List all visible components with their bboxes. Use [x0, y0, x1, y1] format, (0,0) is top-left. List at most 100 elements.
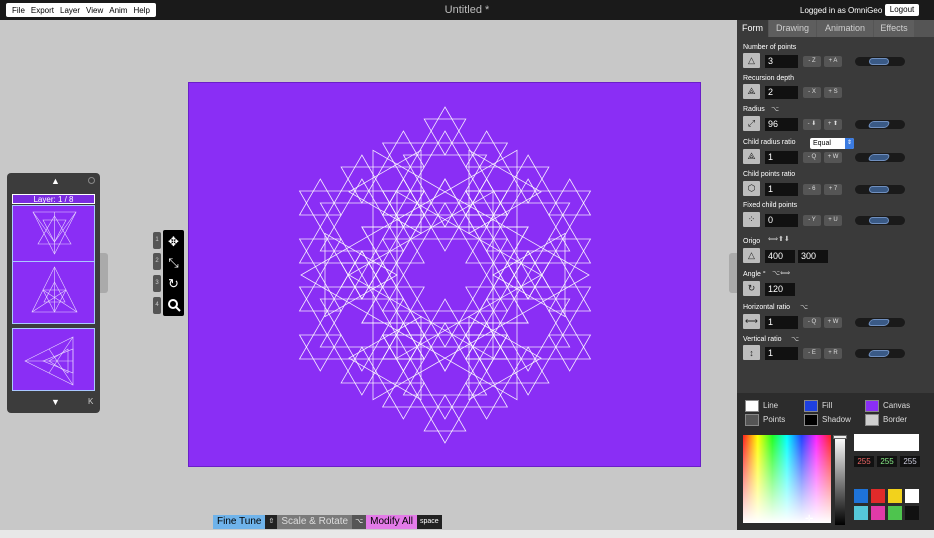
horizontal-increment-button[interactable]: + W	[824, 317, 842, 328]
horizontal-arrow-icon: ⟷	[743, 314, 760, 329]
fixed-points-decrement-button[interactable]: - Y	[803, 215, 821, 226]
palette-swatch-8[interactable]	[905, 506, 919, 520]
fine-tune-key: ⇧	[265, 515, 278, 529]
origo-y-field[interactable]: 300	[798, 250, 828, 263]
child-points-increment-button[interactable]: + 7	[824, 184, 842, 195]
palette-swatch-1[interactable]	[854, 489, 868, 503]
horizontal-ratio-field[interactable]: 1	[765, 316, 798, 329]
zoom-tool-icon[interactable]	[163, 294, 184, 315]
layer-down-icon[interactable]: ▼	[51, 397, 60, 407]
layer-thumbnail-2[interactable]	[12, 261, 95, 324]
border-color-swatch[interactable]	[865, 414, 879, 426]
recursion-increment-button[interactable]: + S	[824, 87, 842, 98]
radius-decrement-button[interactable]: - ⬇	[803, 119, 821, 130]
origo-icon: △	[743, 248, 760, 263]
number-of-points-field[interactable]: 3	[765, 55, 798, 68]
child-points-ratio-field[interactable]: 1	[765, 183, 798, 196]
tool-key-rotate: 3	[153, 275, 161, 292]
fixed-child-points-field[interactable]: 0	[765, 214, 798, 227]
recursion-depth-field[interactable]: 2	[765, 86, 798, 99]
points-color-swatch[interactable]	[745, 414, 759, 426]
angle-option-icon[interactable]: ⌥⟺	[772, 269, 790, 277]
palette-swatch-5[interactable]	[854, 506, 868, 520]
angle-field[interactable]: 120	[765, 283, 795, 296]
origo-arrows-icon[interactable]: ⟺⬆⬇	[768, 235, 790, 243]
fixed-points-slider[interactable]	[855, 216, 905, 225]
fill-color-swatch[interactable]	[804, 400, 818, 412]
child-points-ratio-label: Child points ratio	[743, 171, 796, 178]
canvas-color-swatch[interactable]	[865, 400, 879, 412]
rotate-tool-icon[interactable]: ↻	[163, 273, 184, 294]
fixed-points-increment-button[interactable]: + U	[824, 215, 842, 226]
picker-cursor-icon: ✛	[805, 514, 814, 525]
tab-form[interactable]: Form	[737, 20, 768, 37]
child-radius-ratio-field[interactable]: 1	[765, 151, 798, 164]
tool-bar: ✥ ⤡ ↻	[163, 230, 184, 316]
vertical-ratio-field[interactable]: 1	[765, 347, 798, 360]
vertical-decrement-button[interactable]: - E	[803, 348, 821, 359]
layer-toggle-icon[interactable]	[88, 177, 95, 184]
scale-tool-icon[interactable]: ⤡	[163, 252, 184, 273]
top-bar: File Export Layer View Anim Help Untitle…	[0, 0, 934, 20]
menu-help[interactable]: Help	[130, 6, 152, 15]
menu-layer[interactable]: Layer	[57, 6, 83, 15]
child-radius-slider[interactable]	[855, 153, 905, 162]
palette-swatch-6[interactable]	[871, 506, 885, 520]
radius-field[interactable]: 96	[765, 118, 798, 131]
canvas-color-label: Canvas	[883, 401, 911, 410]
menu-export[interactable]: Export	[28, 6, 57, 15]
child-radius-select[interactable]: Equal ⇕	[810, 138, 854, 149]
tab-drawing[interactable]: Drawing	[769, 20, 816, 37]
recursion-decrement-button[interactable]: - X	[803, 87, 821, 98]
radius-option-icon[interactable]: ⌥	[771, 105, 779, 113]
scale-rotate-key: ⌥	[352, 515, 367, 529]
blue-value[interactable]: 255	[900, 456, 920, 467]
vertical-ratio-slider[interactable]	[855, 349, 905, 358]
modify-all-button[interactable]: Modify All	[366, 515, 417, 529]
horizontal-ratio-slider[interactable]	[855, 318, 905, 327]
vertical-option-icon[interactable]: ⌥	[791, 335, 799, 343]
palette-swatch-2[interactable]	[871, 489, 885, 503]
child-radius-decrement-button[interactable]: - Q	[803, 152, 821, 163]
child-radius-icon: ⟁	[743, 149, 760, 164]
menu-anim[interactable]: Anim	[106, 6, 130, 15]
layer-thumbnail-3[interactable]	[12, 328, 95, 391]
palette-swatch-7[interactable]	[888, 506, 902, 520]
points-decrement-button[interactable]: - Z	[803, 56, 821, 67]
palette-swatch-4[interactable]	[905, 489, 919, 503]
shadow-color-swatch[interactable]	[804, 414, 818, 426]
tab-animation[interactable]: Animation	[817, 20, 873, 37]
radius-increment-button[interactable]: + ⬆	[824, 119, 842, 130]
child-points-decrement-button[interactable]: - 6	[803, 184, 821, 195]
line-color-swatch[interactable]	[745, 400, 759, 412]
logout-button[interactable]: Logout	[885, 4, 919, 16]
green-value[interactable]: 255	[877, 456, 897, 467]
child-radius-increment-button[interactable]: + W	[824, 152, 842, 163]
menu-file[interactable]: File	[9, 6, 28, 15]
red-value[interactable]: 255	[854, 456, 874, 467]
points-slider[interactable]	[855, 57, 905, 66]
fine-tune-button[interactable]: Fine Tune	[213, 515, 266, 529]
horizontal-option-icon[interactable]: ⌥	[800, 303, 808, 311]
layers-collapse-handle[interactable]	[100, 253, 108, 293]
points-increment-button[interactable]: + A	[824, 56, 842, 67]
child-points-slider[interactable]	[855, 185, 905, 194]
vertical-increment-button[interactable]: + R	[824, 348, 842, 359]
panel-collapse-handle[interactable]	[729, 253, 737, 293]
color-picker[interactable]: ✛	[743, 435, 831, 525]
palette-swatch-3[interactable]	[888, 489, 902, 503]
origo-x-field[interactable]: 400	[765, 250, 795, 263]
horizontal-decrement-button[interactable]: - Q	[803, 317, 821, 328]
layer-up-icon[interactable]: ▲	[51, 176, 60, 186]
brightness-slider[interactable]	[833, 435, 847, 525]
angle-rotate-icon: ↻	[743, 281, 760, 296]
scale-rotate-button[interactable]: Scale & Rotate	[277, 515, 353, 529]
radius-slider[interactable]	[855, 120, 905, 129]
number-of-points-label: Number of points	[743, 44, 797, 51]
tab-effects[interactable]: Effects	[874, 20, 914, 37]
drawing-canvas[interactable]	[188, 82, 701, 467]
menu-view[interactable]: View	[83, 6, 106, 15]
layer-thumbnail-1[interactable]	[12, 205, 95, 268]
triangle-points-icon: △	[743, 53, 760, 68]
move-tool-icon[interactable]: ✥	[163, 231, 184, 252]
